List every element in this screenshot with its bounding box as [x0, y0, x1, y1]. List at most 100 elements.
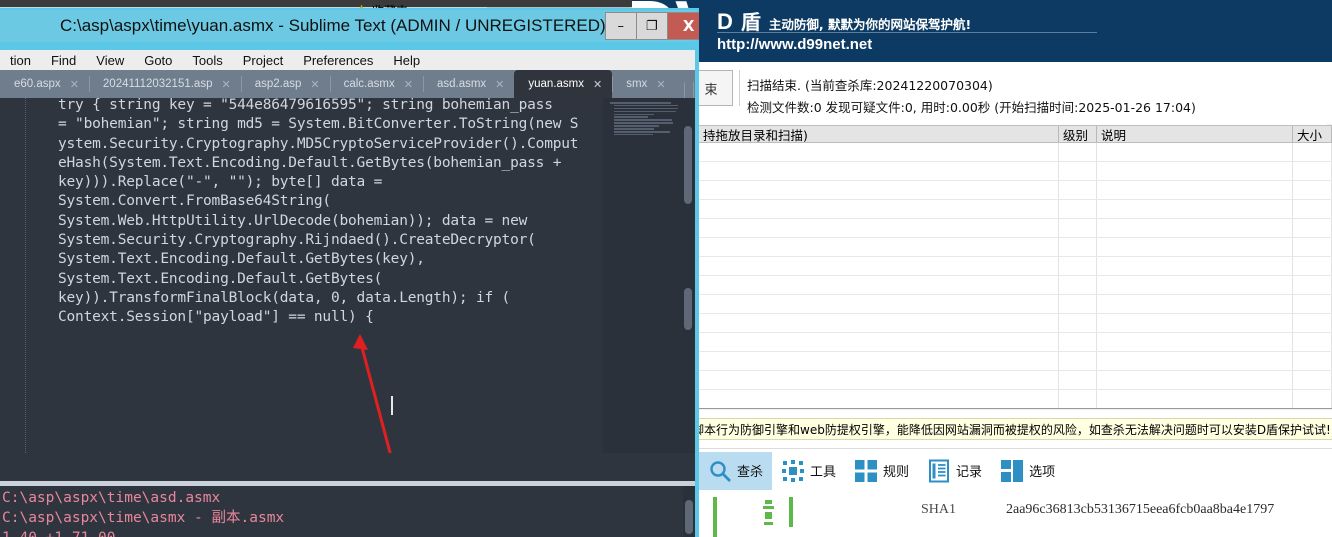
- dun-status-area: 束 扫描结束. (当前查杀库:20241220070304) 检测文件数:0 发…: [699, 62, 1332, 186]
- minimize-button[interactable]: –: [604, 12, 637, 40]
- toolbar-button-label: 选项: [1029, 465, 1056, 480]
- table-column-header[interactable]: 级别: [1059, 126, 1097, 142]
- tab-close-icon[interactable]: ✕: [593, 78, 602, 91]
- table-bottom-border: [699, 408, 1332, 410]
- table-row[interactable]: [699, 314, 1332, 333]
- table-row[interactable]: [699, 295, 1332, 314]
- scrollbar-thumb[interactable]: [684, 126, 692, 204]
- dun-toolbar: 查杀 工具 规则 记录 选项: [699, 448, 1332, 492]
- toolbar-button-options-blocks[interactable]: 选项: [991, 452, 1064, 490]
- result-line-2[interactable]: C:\asp\aspx\time\asmx - 副本.asmx: [0, 508, 695, 528]
- table-column-header[interactable]: 大小: [1293, 126, 1332, 142]
- toolbar-button-tools-grid[interactable]: 工具: [772, 452, 845, 490]
- table-column-header[interactable]: 持拖放目录和扫描): [699, 126, 1059, 142]
- toolbar-button-label: 查杀: [737, 465, 764, 480]
- result-line-3[interactable]: 1 40 +1 71 00: [0, 528, 695, 537]
- table-cell: [1059, 314, 1097, 332]
- sublime-tabbar: e60.aspx ✕ 20241112032151.asp ✕ asp2.asp ✕ cal…: [0, 70, 695, 98]
- table-cell: [1097, 257, 1293, 275]
- toolbar-button-four-squares[interactable]: 规则: [845, 452, 918, 490]
- table-row[interactable]: [699, 257, 1332, 276]
- table-cell: [1097, 295, 1293, 313]
- editor-minimap[interactable]: [603, 98, 681, 453]
- scrollbar-thumb-secondary[interactable]: [684, 288, 692, 330]
- table-cell: [1059, 181, 1097, 199]
- tabbar-grip-handle[interactable]: [683, 82, 694, 98]
- tab-close-icon[interactable]: ✕: [404, 78, 413, 91]
- table-cell: [1097, 333, 1293, 351]
- menu-item-view[interactable]: View: [86, 53, 134, 68]
- menu-item-project[interactable]: Project: [233, 53, 293, 68]
- results-scrollbar[interactable]: [683, 486, 695, 537]
- four-squares-icon: [854, 459, 878, 483]
- table-row[interactable]: [699, 390, 1332, 409]
- menu-item-preferences[interactable]: Preferences: [293, 53, 383, 68]
- tab-label: asd.asmx: [436, 78, 487, 90]
- minimap-line: [614, 116, 648, 119]
- green-divider-left: [713, 497, 717, 537]
- editor-vertical-scrollbar[interactable]: [681, 98, 695, 453]
- table-row[interactable]: [699, 352, 1332, 371]
- table-cell: [1059, 371, 1097, 389]
- toolbar-button-list-document[interactable]: 记录: [918, 452, 991, 490]
- status-separator: [739, 70, 740, 106]
- table-column-header[interactable]: 说明: [1097, 126, 1293, 142]
- editor-tab-e60-aspx[interactable]: e60.aspx ✕: [0, 70, 89, 98]
- table-body[interactable]: [699, 143, 1332, 409]
- sublime-code-editor[interactable]: try { string key = "544e86479616595"; st…: [0, 98, 695, 453]
- menu-item-tion[interactable]: tion: [0, 53, 41, 68]
- toolbar-button-label: 规则: [883, 465, 910, 480]
- magnifier-icon: [708, 459, 732, 483]
- editor-tab-20241112032151-asp[interactable]: 20241112032151.asp ✕: [88, 70, 241, 98]
- dun-website-url[interactable]: http://www.d99net.net: [717, 36, 872, 53]
- table-row[interactable]: [699, 200, 1332, 219]
- minimap-line: [614, 113, 654, 116]
- table-cell: [1059, 238, 1097, 256]
- toolbar-button-magnifier[interactable]: 查杀: [699, 451, 773, 490]
- minimap-line: [614, 125, 660, 127]
- table-cell: [699, 314, 1059, 332]
- editor-code-text[interactable]: try { string key = "544e86479616595"; st…: [58, 98, 593, 328]
- table-cell: [1293, 257, 1332, 275]
- table-cell: [1293, 295, 1332, 313]
- table-row[interactable]: [699, 181, 1332, 200]
- menu-item-tools[interactable]: Tools: [182, 53, 232, 68]
- tab-close-icon[interactable]: ✕: [495, 78, 504, 91]
- tab-close-icon[interactable]: ✕: [310, 78, 319, 91]
- editor-tab-yuan-asmx[interactable]: yuan.asmx ✕: [514, 70, 613, 98]
- table-row[interactable]: [699, 162, 1332, 181]
- table-cell: [1059, 333, 1097, 351]
- scan-status-line: 扫描结束. (当前查杀库:20241220070304): [747, 78, 993, 93]
- scan-results-table[interactable]: 持拖放目录和扫描) 级别 说明 大小: [699, 125, 1332, 410]
- table-cell: [1097, 352, 1293, 370]
- minimap-line: [614, 119, 672, 121]
- menu-item-help[interactable]: Help: [383, 53, 430, 68]
- text-cursor: [391, 396, 393, 415]
- editor-tab-smx[interactable]: smx ✕: [612, 70, 675, 98]
- editor-tab-asp2-asp[interactable]: asp2.asp ✕: [240, 70, 330, 98]
- table-cell: [1097, 314, 1293, 332]
- tab-close-icon[interactable]: ✕: [221, 78, 230, 91]
- find-results-panel[interactable]: C:\asp\aspx\time\asd.asmx C:\asp\aspx\ti…: [0, 486, 695, 537]
- options-blocks-icon: [1000, 459, 1024, 483]
- menu-item-goto[interactable]: Goto: [134, 53, 182, 68]
- minimap-line: [610, 102, 671, 104]
- table-row[interactable]: [699, 371, 1332, 390]
- table-row[interactable]: [699, 219, 1332, 238]
- result-line-1[interactable]: C:\asp\aspx\time\asd.asmx: [0, 488, 695, 508]
- table-row[interactable]: [699, 276, 1332, 295]
- tab-close-icon[interactable]: ✕: [656, 78, 665, 91]
- table-cell: [1293, 162, 1332, 180]
- table-cell: [1059, 257, 1097, 275]
- menu-item-find[interactable]: Find: [41, 53, 86, 68]
- editor-tab-calc-asmx[interactable]: calc.asmx ✕: [329, 70, 423, 98]
- editor-tab-asd-asmx[interactable]: asd.asmx ✕: [422, 70, 514, 98]
- table-cell: [1059, 200, 1097, 218]
- stop-scan-button[interactable]: 束: [699, 70, 733, 106]
- tab-close-icon[interactable]: ✕: [70, 78, 79, 91]
- results-scrollbar-thumb[interactable]: [685, 500, 693, 534]
- table-row[interactable]: [699, 333, 1332, 352]
- table-row[interactable]: [699, 238, 1332, 257]
- table-row[interactable]: [699, 143, 1332, 162]
- maximize-button[interactable]: ❐: [635, 12, 668, 40]
